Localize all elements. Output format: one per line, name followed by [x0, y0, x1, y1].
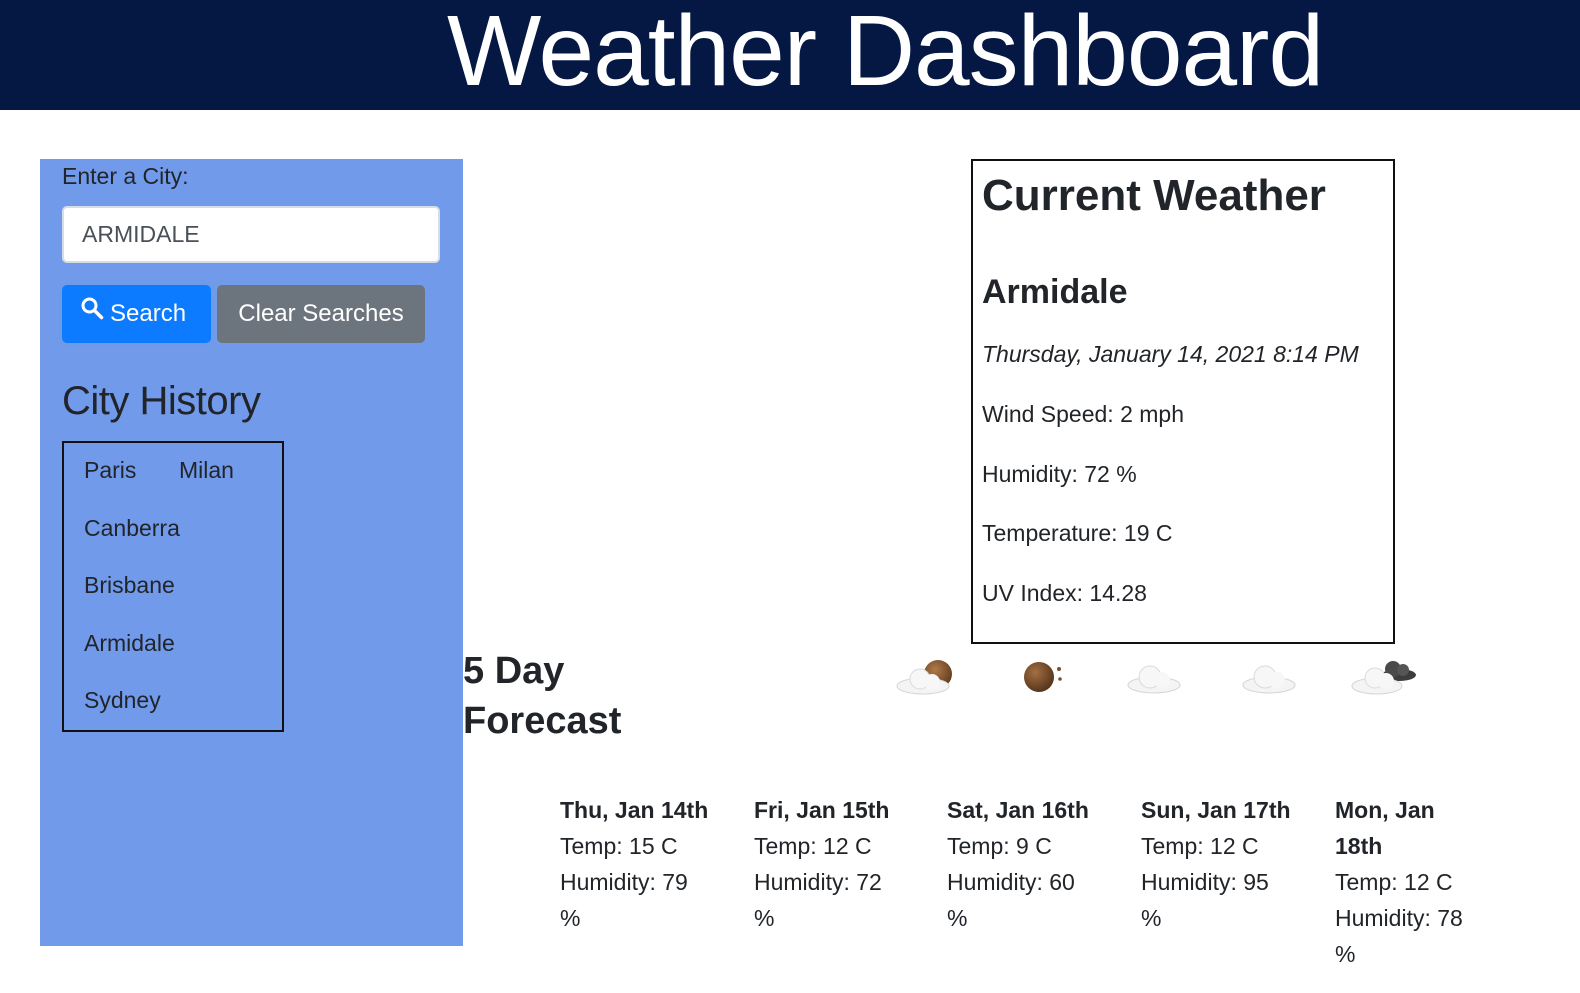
page-header: Weather Dashboard: [0, 0, 1580, 110]
forecast-heading-line2: Forecast: [463, 700, 622, 742]
temperature: Temperature: 19 C: [982, 520, 1173, 546]
forecast-day-1: Thu, Jan 14th Temp: 15 C Humidity: 79 %: [560, 792, 710, 936]
humidity: Humidity: 72 %: [982, 461, 1137, 487]
city-history-list: Paris Milan Canberra Brisbane Armidale S…: [62, 441, 284, 732]
forecast-date: Mon, Jan 18th: [1335, 797, 1435, 859]
history-city-canberra[interactable]: Canberra: [84, 515, 180, 542]
history-city-paris[interactable]: Paris: [84, 457, 136, 484]
forecast-humidity: Humidity: 95 %: [1141, 869, 1269, 931]
current-weather-card: Current Weather Armidale Thursday, Janua…: [971, 159, 1395, 644]
cloud-icon: [1125, 655, 1183, 702]
forecast-day-5: Mon, Jan 18th Temp: 12 C Humidity: 78 %: [1335, 792, 1485, 972]
search-sidebar: Enter a City: Search Clear Searches City…: [40, 159, 463, 946]
forecast-humidity: Humidity: 78 %: [1335, 905, 1463, 967]
forecast-day-2: Fri, Jan 15th Temp: 12 C Humidity: 72 %: [754, 792, 904, 936]
forecast-humidity: Humidity: 72 %: [754, 869, 882, 931]
cloud-moon-icon: [894, 655, 958, 702]
wind-speed: Wind Speed: 2 mph: [982, 401, 1185, 427]
current-weather-heading: Current Weather: [982, 171, 1326, 220]
page-title: Weather Dashboard: [446, 0, 1324, 107]
forecast-temp: Temp: 15 C: [560, 833, 678, 859]
forecast-temp: Temp: 9 C: [947, 833, 1052, 859]
forecast-temp: Temp: 12 C: [1335, 869, 1453, 895]
city-input-label: Enter a City:: [62, 163, 189, 189]
forecast-date: Sat, Jan 16th: [947, 797, 1089, 823]
clear-searches-button[interactable]: Clear Searches: [217, 285, 425, 343]
forecast-day-3: Sat, Jan 16th Temp: 9 C Humidity: 60 %: [947, 792, 1097, 936]
moon-icon: [1019, 655, 1067, 702]
forecast-humidity: Humidity: 79 %: [560, 869, 688, 931]
forecast-date: Sun, Jan 17th: [1141, 797, 1291, 823]
forecast-heading-line1: 5 Day: [463, 650, 565, 692]
forecast-humidity: Humidity: 60 %: [947, 869, 1075, 931]
forecast-day-4: Sun, Jan 17th Temp: 12 C Humidity: 95 %: [1141, 792, 1291, 936]
search-icon: [80, 284, 104, 342]
history-city-brisbane[interactable]: Brisbane: [84, 572, 175, 599]
city-history-heading: City History: [62, 379, 261, 423]
forecast-heading: 5 Day Forecast: [463, 646, 621, 746]
history-city-sydney[interactable]: Sydney: [84, 687, 161, 714]
current-datetime: Thursday, January 14, 2021 8:14 PM: [982, 341, 1359, 367]
search-button[interactable]: Search: [62, 285, 211, 343]
history-city-armidale[interactable]: Armidale: [84, 630, 175, 657]
history-city-milan[interactable]: Milan: [179, 457, 234, 484]
uv-index: UV Index: 14.28: [982, 580, 1147, 606]
search-button-label: Search: [110, 300, 187, 327]
forecast-date: Fri, Jan 15th: [754, 797, 890, 823]
dark-clouds-icon: [1349, 655, 1419, 702]
current-city-name: Armidale: [982, 273, 1128, 311]
forecast-date: Thu, Jan 14th: [560, 797, 709, 823]
cloud-icon: [1240, 655, 1298, 702]
city-search-input[interactable]: [62, 206, 440, 263]
forecast-temp: Temp: 12 C: [754, 833, 872, 859]
forecast-temp: Temp: 12 C: [1141, 833, 1259, 859]
